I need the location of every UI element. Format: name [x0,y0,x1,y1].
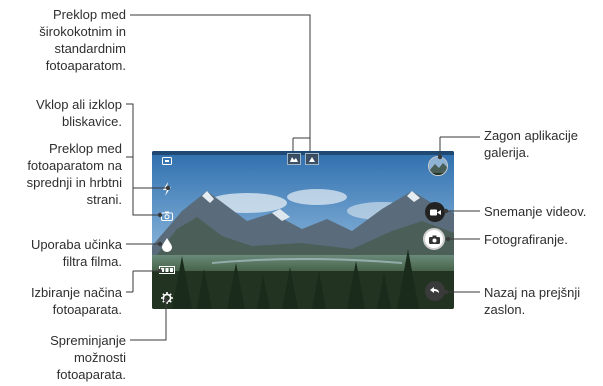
mode-icon[interactable] [158,265,176,275]
camera-viewfinder[interactable] [152,151,454,309]
standard-angle-icon[interactable] [305,153,319,165]
flash-icon[interactable] [160,181,174,197]
wide-angle-icon[interactable] [287,153,301,165]
gear-icon[interactable] [160,291,174,305]
camera-icon[interactable] [423,228,445,250]
label-film-filter: Uporaba učinka filtra filma. [30,237,122,269]
gallery-thumbnail-icon[interactable] [428,156,448,176]
label-wide-toggle: Preklop med širokokotnim in standardnim … [39,7,126,73]
video-camera-icon[interactable] [425,202,445,222]
label-camera-mode: Izbiranje načina fotoaparata. [30,285,122,317]
label-flash: Vklop ali izklop bliskavice. [36,97,122,129]
camera-preview-landscape [152,151,454,309]
film-filter-icon[interactable] [160,237,174,253]
label-record-video: Snemanje videov. [484,204,587,219]
label-back: Nazaj na prejšnji zaslon. [484,285,581,317]
switch-camera-icon[interactable] [160,209,174,223]
label-take-photo: Fotografiranje. [484,232,568,247]
back-arrow-icon[interactable] [425,281,445,301]
hdr-icon[interactable] [160,155,174,167]
label-settings: Spreminjanje možnosti fotoaparata. [50,333,126,382]
label-gallery: Zagon aplikacije galerija. [484,128,578,160]
label-switch-camera: Preklop med fotoaparatom na sprednji in … [26,141,122,207]
